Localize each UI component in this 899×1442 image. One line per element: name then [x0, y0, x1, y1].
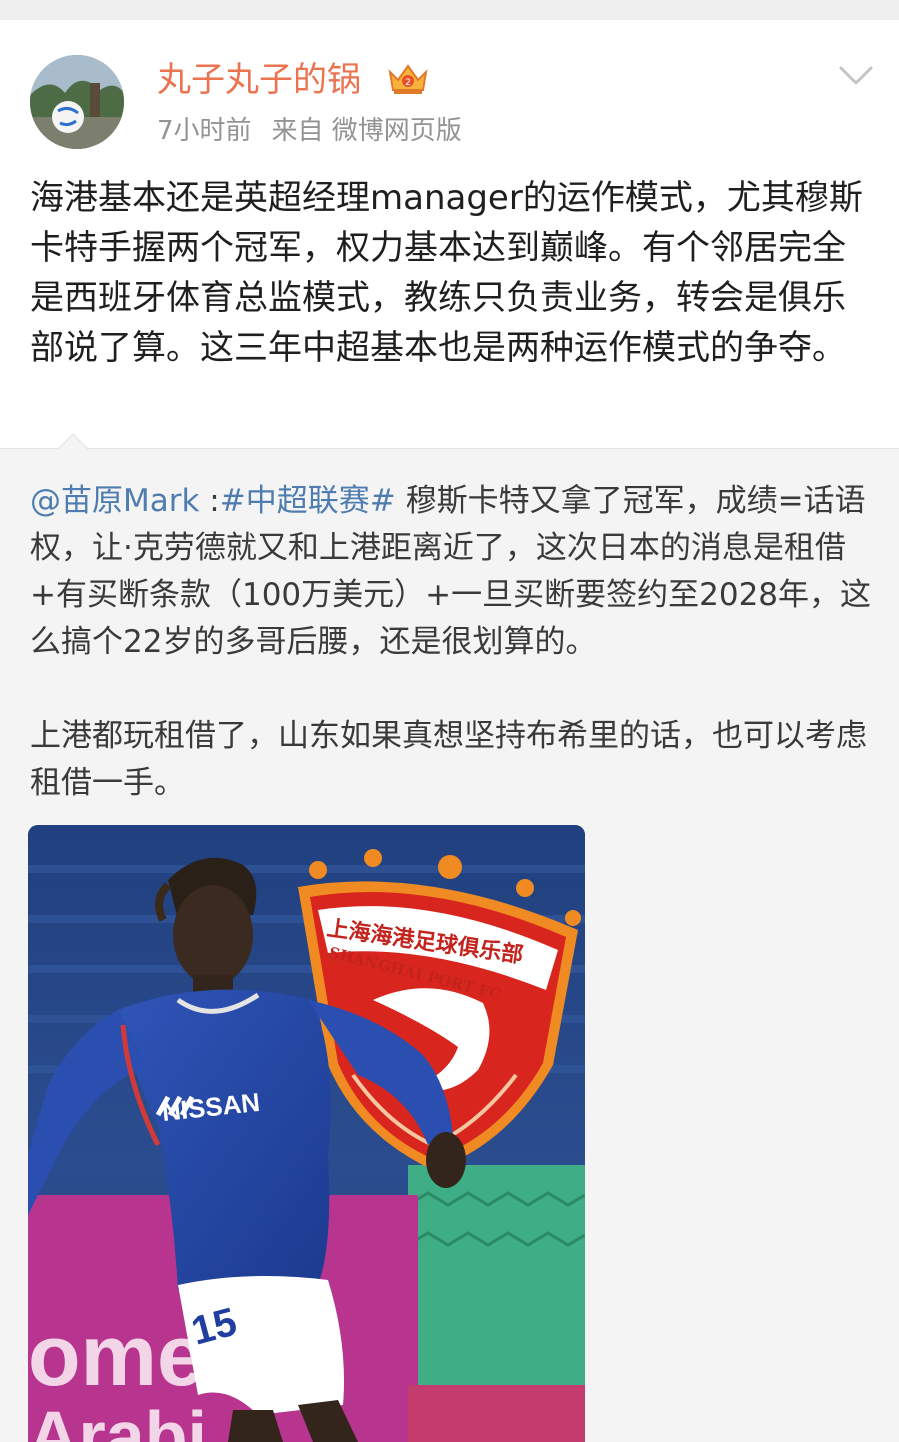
repost-paragraph-1: @苗原Mark :#中超联赛# 穆斯卡特又拿了冠军，成绩=话语权，让·克劳德就又… [30, 478, 875, 666]
repost-text: @苗原Mark :#中超联赛# 穆斯卡特又拿了冠军，成绩=话语权，让·克劳德就又… [30, 478, 875, 807]
post-time: 7小时前 [157, 116, 252, 146]
avatar[interactable] [30, 55, 124, 149]
board-text-2: Arabi [28, 1397, 207, 1442]
top-separator [0, 0, 899, 20]
post-header: 丸子丸子的锅 2 7小时前 来自 微博网页版 [0, 20, 899, 160]
svg-text:2: 2 [405, 78, 411, 88]
avatar-image [30, 55, 124, 149]
post-meta: 7小时前 来自 微博网页版 [157, 113, 482, 149]
post-text: 海港基本还是英超经理manager的运作模式，尤其穆斯卡特手握两个冠军，权力基本… [30, 178, 863, 368]
mention-link[interactable]: @苗原Mark [30, 483, 199, 519]
player-photo: ome Arabi 上海海港足球俱乐部 SHANGHAI PORT FC NIS… [28, 825, 585, 1442]
mention-separator: : [199, 483, 220, 519]
board-text: ome [28, 1308, 205, 1404]
repost-paragraph-2: 上港都玩租借了，山东如果真想坚持布希里的话，也可以考虑租借一手。 [30, 718, 867, 801]
post-source: 来自 微博网页版 [271, 116, 462, 146]
hashtag-link[interactable]: #中超联赛# [220, 483, 396, 519]
chevron-down-icon[interactable] [838, 64, 874, 88]
author-name[interactable]: 丸子丸子的锅 [157, 58, 361, 102]
vip-crown-icon: 2 [388, 64, 428, 94]
repost-image[interactable]: ome Arabi 上海海港足球俱乐部 SHANGHAI PORT FC NIS… [28, 825, 585, 1442]
